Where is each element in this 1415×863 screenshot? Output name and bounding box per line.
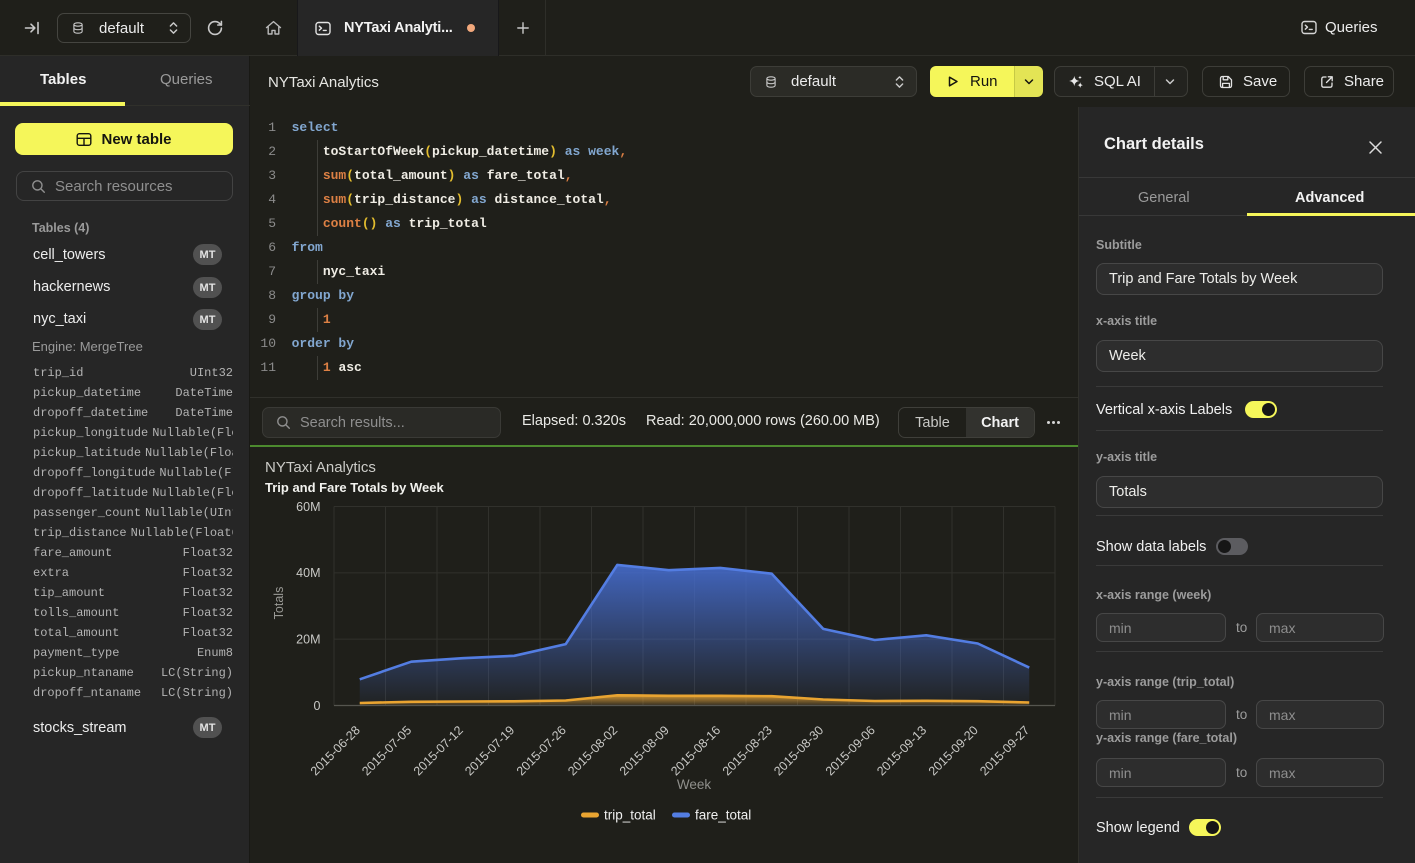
svg-text:2015-08-02: 2015-08-02 bbox=[565, 723, 620, 778]
svg-text:2015-08-30: 2015-08-30 bbox=[771, 723, 826, 778]
svg-text:0: 0 bbox=[314, 699, 321, 713]
svg-text:2015-07-26: 2015-07-26 bbox=[514, 723, 569, 778]
svg-text:2015-09-06: 2015-09-06 bbox=[823, 723, 878, 778]
svg-text:Week: Week bbox=[677, 777, 712, 792]
svg-text:2015-09-13: 2015-09-13 bbox=[874, 723, 929, 778]
svg-text:trip_total: trip_total bbox=[604, 808, 656, 823]
svg-text:40M: 40M bbox=[296, 566, 320, 580]
svg-text:2015-08-09: 2015-08-09 bbox=[617, 723, 672, 778]
svg-text:2015-07-12: 2015-07-12 bbox=[411, 723, 466, 778]
svg-text:60M: 60M bbox=[296, 500, 320, 514]
svg-text:2015-07-05: 2015-07-05 bbox=[359, 723, 414, 778]
svg-text:2015-09-27: 2015-09-27 bbox=[977, 723, 1032, 778]
svg-text:Totals: Totals bbox=[272, 587, 286, 620]
svg-text:2015-06-28: 2015-06-28 bbox=[308, 723, 363, 778]
svg-text:2015-08-16: 2015-08-16 bbox=[668, 723, 723, 778]
svg-text:2015-07-19: 2015-07-19 bbox=[462, 723, 517, 778]
svg-text:2015-09-20: 2015-09-20 bbox=[926, 723, 981, 778]
svg-text:fare_total: fare_total bbox=[695, 808, 751, 823]
svg-text:2015-08-23: 2015-08-23 bbox=[720, 723, 775, 778]
svg-text:20M: 20M bbox=[296, 633, 320, 647]
